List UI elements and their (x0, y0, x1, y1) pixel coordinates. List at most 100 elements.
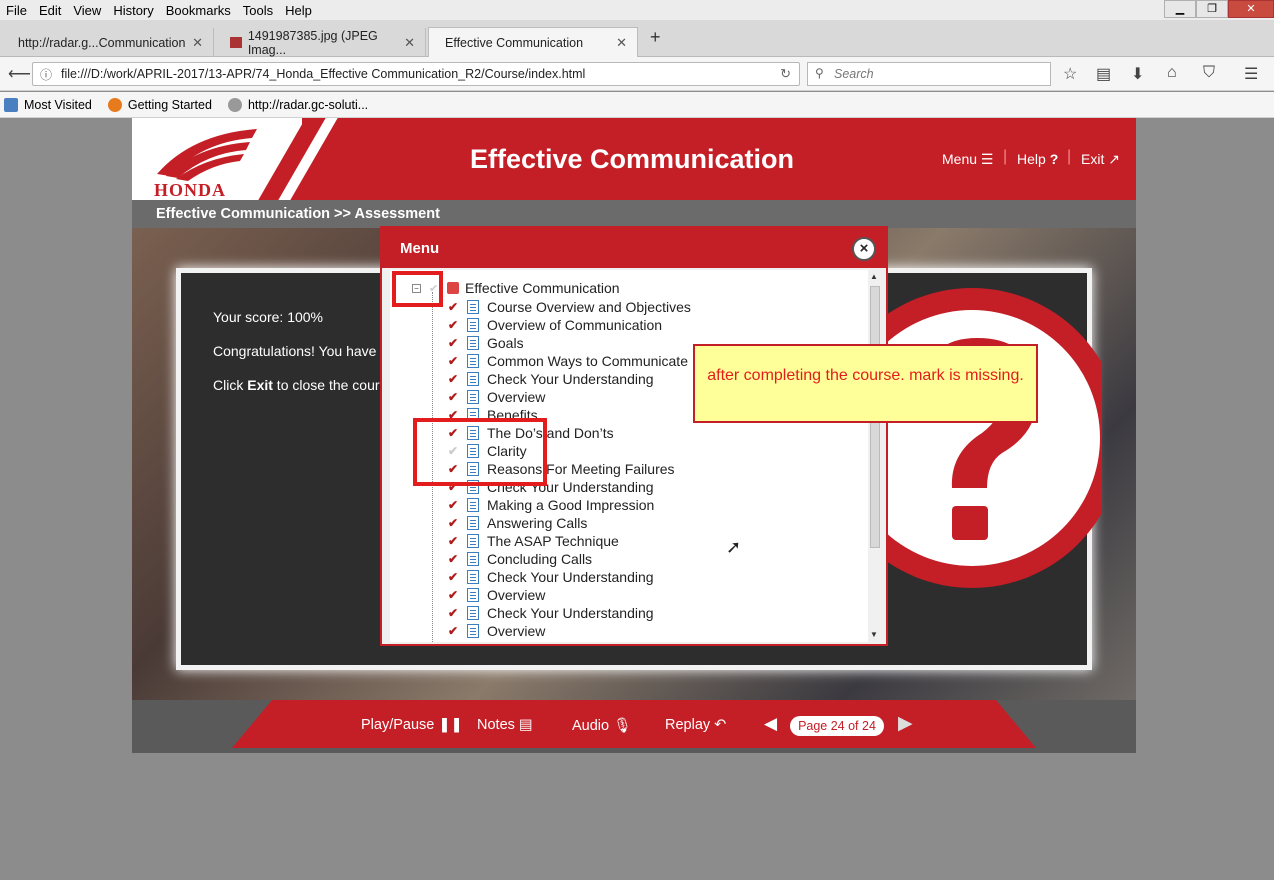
previous-page-icon[interactable]: ◀ (764, 714, 777, 734)
checkmark-icon: ✔ (448, 336, 459, 350)
tree-root[interactable]: − ✔ Effective Communication (412, 280, 620, 296)
menu-button[interactable]: Menu ☰ (942, 151, 993, 168)
checkmark-icon: ✔ (448, 498, 459, 512)
tab-bar: http://radar.g...Communication ✕ 1491987… (0, 20, 1274, 57)
next-page-icon[interactable]: ▶ (898, 712, 913, 735)
help-button[interactable]: Help ? (1017, 151, 1058, 167)
tree-item[interactable]: ✔ The ASAP Technique (448, 532, 619, 550)
close-icon[interactable]: ✕ (192, 35, 203, 51)
bookmark-getting-started[interactable]: Getting Started (107, 97, 212, 112)
bookmark-star-icon[interactable]: ☆ (1063, 64, 1077, 84)
exit-button[interactable]: Exit ↗ (1081, 151, 1120, 168)
modal-close-icon[interactable]: × (852, 237, 876, 261)
replay-icon: ↶ (714, 717, 727, 733)
menu-file[interactable]: File (0, 3, 33, 18)
navigation-bar: ⟵ ⓘ file:///D:/work/APRIL-2017/13-APR/74… (0, 57, 1274, 91)
tree-item[interactable]: ✔ Overview (448, 586, 545, 604)
tree-item[interactable]: ✔ Concluding Calls (448, 550, 592, 568)
bookmark-most-visited[interactable]: Most Visited (4, 97, 92, 112)
bookmark-radar[interactable]: http://radar.gc-soluti... (227, 97, 368, 112)
bookmark-label: Getting Started (127, 97, 212, 112)
tab-radar[interactable]: http://radar.g...Communication ✕ (2, 28, 214, 57)
download-icon[interactable]: ⬇ (1131, 64, 1144, 84)
document-icon (467, 498, 479, 512)
menu-edit[interactable]: Edit (33, 3, 67, 18)
hamburger-icon: ☰ (980, 151, 994, 167)
scroll-down-icon[interactable]: ▼ (870, 630, 878, 639)
scroll-up-icon[interactable]: ▲ (870, 272, 878, 281)
home-icon[interactable]: ⌂ (1167, 64, 1177, 82)
checkmark-icon: ✔ (448, 624, 459, 638)
header-divider: | (1067, 148, 1072, 165)
tree-item-label: Overview (487, 389, 546, 405)
pause-icon: ❚❚ (438, 717, 463, 733)
audio-button[interactable]: Audio 🎙 (572, 717, 632, 734)
restore-icon[interactable]: ❐ (1196, 0, 1228, 18)
exit-instruction: Click Exit to close the cour (213, 377, 380, 393)
menu-history[interactable]: History (107, 3, 159, 18)
tree-item[interactable]: ✔ Check Your Understanding (448, 568, 654, 586)
tab-jpeg[interactable]: 1491987385.jpg (JPEG Imag... ✕ (214, 28, 426, 57)
checkmark-icon: ✔ (448, 390, 459, 404)
tree-item-label: Answering Calls (487, 515, 588, 531)
tab-label: http://radar.g...Communication (18, 35, 186, 50)
course-footer: Play/Pause ❚❚ Notes ▤ Audio 🎙 Replay ↶ ◀… (132, 700, 1136, 753)
root-label: Effective Communication (465, 280, 620, 296)
tree-item[interactable]: ✔ Goals (448, 334, 524, 352)
new-tab-icon[interactable]: + (650, 27, 661, 48)
instruction-suffix: to close the cour (272, 377, 380, 393)
checkmark-icon: ✔ (448, 552, 459, 566)
tree-item[interactable]: ✔ Making a Good Impression (448, 496, 654, 514)
tree-item[interactable]: ✔ Overview (448, 388, 545, 406)
search-input[interactable]: ⚲ Search (807, 62, 1051, 86)
menu-help[interactable]: Help (279, 3, 318, 18)
course-title: Effective Communication (469, 144, 795, 174)
minimize-icon[interactable]: ▁ (1164, 0, 1196, 18)
url-bar[interactable]: ⓘ file:///D:/work/APRIL-2017/13-APR/74_H… (32, 62, 800, 86)
firefox-icon (107, 97, 122, 112)
menu-tools[interactable]: Tools (237, 3, 279, 18)
tree-item-label: Goals (487, 335, 524, 351)
reading-list-icon[interactable]: ▤ (1096, 64, 1111, 84)
hamburger-menu-icon[interactable]: ☰ (1244, 64, 1258, 84)
tab-label: 1491987385.jpg (JPEG Imag... (247, 28, 378, 57)
browser-menubar: File Edit View History Bookmarks Tools H… (0, 0, 1274, 20)
info-icon[interactable]: ⓘ (40, 66, 52, 83)
document-icon (467, 588, 479, 602)
close-icon[interactable]: ✕ (616, 35, 627, 51)
help-icon: ? (1049, 151, 1059, 167)
external-link-icon: ↗ (1108, 151, 1120, 167)
mouse-cursor-icon: ➚ (726, 537, 742, 557)
document-icon (467, 372, 479, 386)
replay-button[interactable]: Replay ↶ (665, 717, 726, 733)
checkmark-icon: ✔ (448, 300, 459, 314)
tree-item[interactable]: ✔ Check Your Understanding (448, 604, 654, 622)
back-icon[interactable]: ⟵ (8, 64, 31, 84)
tree-item[interactable]: ✔ Overview of Communication (448, 316, 662, 334)
play-pause-button[interactable]: Play/Pause ❚❚ (361, 717, 463, 733)
tree-item[interactable]: ✔ Check Your Understanding (448, 370, 654, 388)
tree-item[interactable]: ✔ Course Overview and Objectives (448, 298, 691, 316)
url-text: file:///D:/work/APRIL-2017/13-APR/74_Hon… (61, 67, 586, 81)
annotation-note: after completing the course. mark is mis… (693, 344, 1038, 423)
exit-label: Exit (1081, 151, 1105, 167)
menu-view[interactable]: View (67, 3, 107, 18)
menu-scrollbar[interactable]: ▲ ▼ (868, 270, 882, 642)
reload-icon[interactable]: ↻ (780, 66, 791, 82)
replay-label: Replay (665, 717, 711, 733)
tab-effective-communication[interactable]: Effective Communication ✕ (428, 27, 638, 57)
menu-bookmarks[interactable]: Bookmarks (160, 3, 237, 18)
close-icon[interactable]: ✕ (404, 35, 415, 51)
window-close-icon[interactable]: ✕ (1228, 0, 1274, 18)
checkmark-icon: ✔ (448, 570, 459, 584)
tree-item[interactable]: ✔ Answering Calls (448, 514, 587, 532)
most-visited-icon (4, 97, 18, 112)
tree-item[interactable]: ✔ Overview (448, 622, 545, 640)
window-controls: ▁ ❐ ✕ (1164, 0, 1274, 20)
tree-item[interactable]: ✔ Common Ways to Communicate (448, 352, 688, 370)
document-icon (467, 606, 479, 620)
checkmark-icon: ✔ (448, 318, 459, 332)
pocket-icon[interactable]: ⛉ (1203, 64, 1215, 82)
notes-icon: ▤ (518, 717, 533, 733)
notes-button[interactable]: Notes ▤ (477, 717, 533, 733)
